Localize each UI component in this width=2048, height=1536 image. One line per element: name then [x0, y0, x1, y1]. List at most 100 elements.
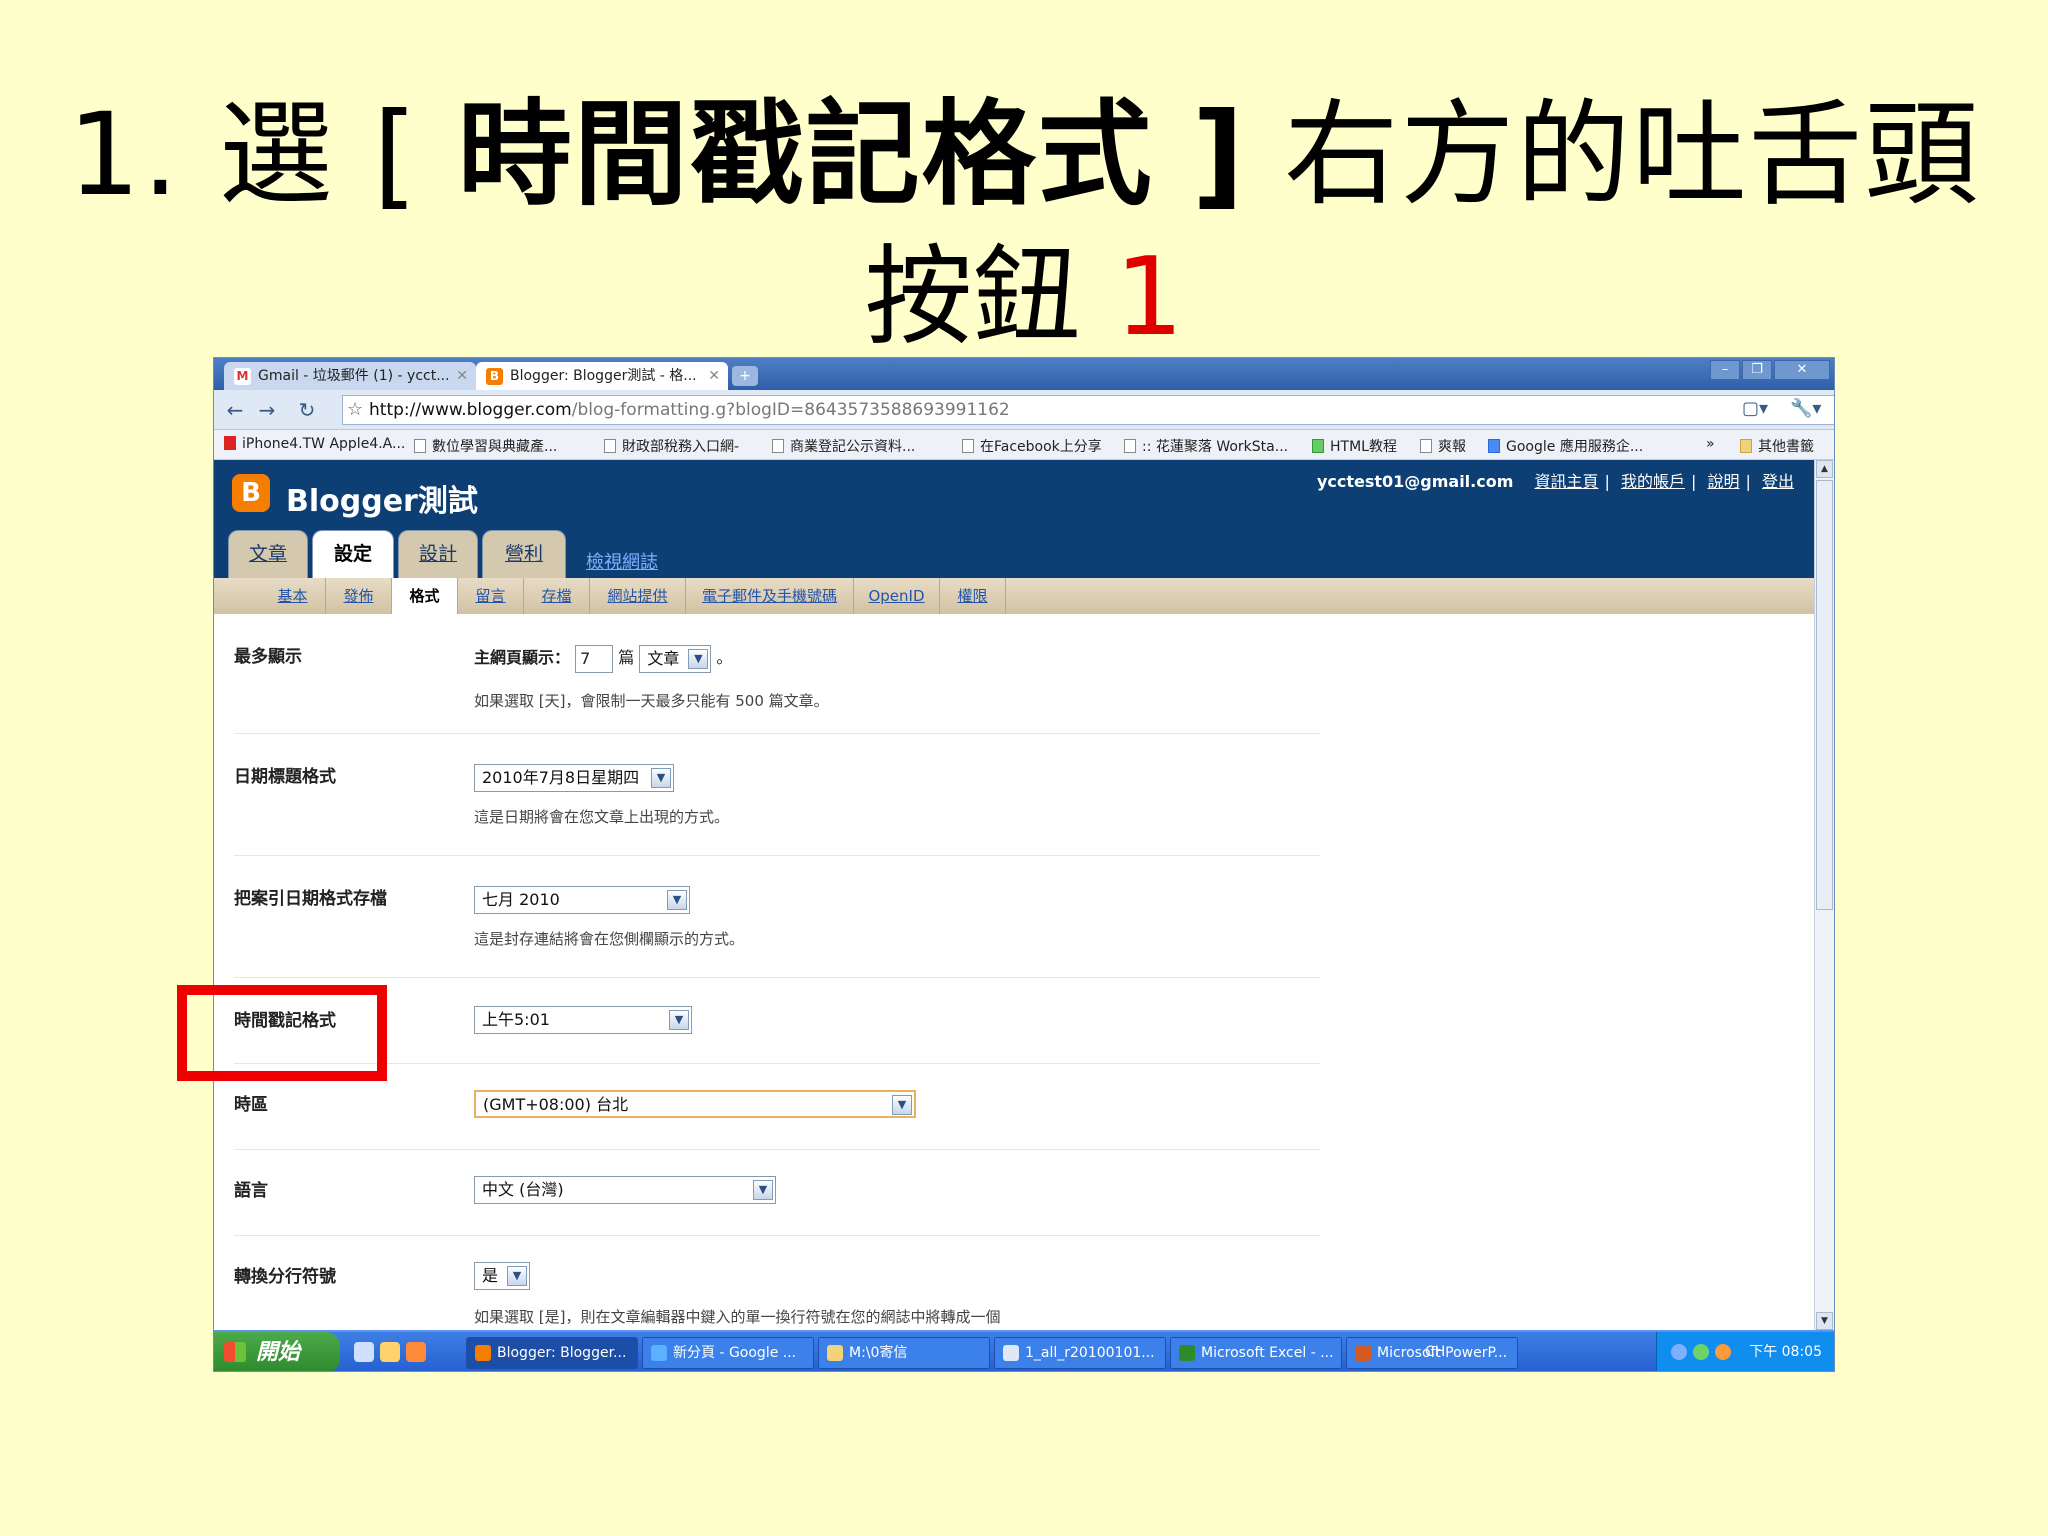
subtab-permissions[interactable]: 權限 [940, 578, 1006, 614]
taskbar-item[interactable]: Blogger: Blogger... [466, 1337, 638, 1369]
line-breaks-control: 是 ▼ [474, 1262, 530, 1290]
subtab-publish[interactable]: 發佈 [326, 578, 392, 614]
max-show-count-input[interactable]: 7 [575, 644, 614, 673]
chevron-down-icon[interactable]: ▼ [669, 1010, 689, 1030]
bookmark-item[interactable]: iPhone4.TW Apple4.A... [224, 436, 405, 452]
forward-icon[interactable]: → [254, 398, 280, 422]
account-link[interactable]: 我的帳戶 [1621, 472, 1685, 491]
language-select[interactable]: 中文 (台灣) ▼ [474, 1176, 776, 1204]
chevron-right-icon[interactable]: » [1706, 436, 1715, 452]
title-suffix: 右方的吐舌頭 [1284, 88, 1981, 221]
tab-design[interactable]: 設計 [398, 530, 478, 578]
tray-icon[interactable] [1671, 1344, 1687, 1360]
subtab-basic[interactable]: 基本 [260, 578, 326, 614]
tab-posts[interactable]: 文章 [228, 530, 308, 578]
subtab-formatting[interactable]: 格式 [392, 578, 458, 614]
window-close-icon[interactable]: ✕ [1774, 360, 1830, 380]
slide-title-line1: 1. 選 [ 時間戳記格式 ] 右方的吐舌頭 [0, 62, 2048, 227]
subtab-site-feed[interactable]: 網站提供 [590, 578, 686, 614]
restore-icon[interactable]: ❐ [1742, 360, 1772, 380]
taskbar-item[interactable]: 新分頁 - Google ... [642, 1337, 814, 1369]
subtab-openid[interactable]: OpenID [854, 578, 940, 614]
star-icon[interactable]: ☆ [347, 396, 363, 424]
bookmark-item[interactable]: 商業登記公示資料... [772, 436, 915, 456]
address-bar[interactable]: ☆ http://www.blogger.com/blog-formatting… [342, 395, 1834, 425]
max-show-unit-select[interactable]: 文章 ▼ [639, 644, 712, 673]
max-show-prefix: 主網頁顯示： [474, 648, 571, 667]
archive-date-select[interactable]: 七月 2010 ▼ [474, 886, 690, 914]
gmail-icon: M [234, 368, 251, 385]
title-bold: 時間戳記格式 [457, 88, 1154, 221]
reload-icon[interactable]: ↻ [294, 398, 320, 422]
tab-settings[interactable]: 設定 [312, 530, 394, 580]
setting-label: 把案引日期格式存檔 [234, 889, 387, 909]
bookmark-item[interactable]: :: 花蓮聚落 WorkSta... [1124, 436, 1288, 456]
page-menu-icon[interactable]: ▢▾ [1742, 398, 1768, 419]
chevron-down-icon: ▼ [892, 1095, 912, 1115]
blogger-logo-icon[interactable]: B [232, 474, 270, 512]
tab-gmail[interactable]: M Gmail - 垃圾郵件 (1) - ycct... ✕ [224, 362, 476, 390]
close-icon[interactable]: ✕ [708, 362, 720, 390]
quicklaunch-icon[interactable] [380, 1342, 400, 1362]
url-path: /blog-formatting.g?blogID=86435735886939… [571, 400, 1010, 420]
start-label: 開始 [256, 1340, 301, 1365]
minimize-icon[interactable]: – [1710, 360, 1740, 380]
taskbar-item[interactable]: M:\0寄信 [818, 1337, 990, 1369]
bookmark-folder[interactable]: 其他書籤 [1740, 436, 1814, 456]
scroll-thumb[interactable] [1816, 480, 1833, 910]
timestamp-select[interactable]: 上午5:01 ▼ [474, 1006, 692, 1034]
setting-row-archive-date: 把案引日期格式存檔 七月 2010 ▼ 這是封存連結將會在您側欄顯示的方式。 [234, 856, 1320, 978]
tray-icon[interactable] [1693, 1344, 1709, 1360]
setting-row-language: 語言 中文 (台灣) ▼ [234, 1150, 1320, 1236]
quicklaunch-icon[interactable] [354, 1342, 374, 1362]
chevron-down-icon: ▼ [688, 648, 709, 669]
signout-link[interactable]: 登出 [1762, 472, 1794, 491]
start-button[interactable]: 開始 [214, 1332, 340, 1371]
ime-indicator[interactable]: CH [1425, 1332, 1445, 1371]
setting-label: 轉換分行符號 [234, 1267, 336, 1287]
bookmark-item[interactable]: 財政部稅務入口網- [604, 436, 739, 456]
blogger-user-nav: ycctest01@gmail.com 資訊主頁 | 我的帳戶 | 說明 | 登出 [1316, 472, 1794, 491]
bookmark-item[interactable]: 在Facebook上分享 [962, 436, 1102, 456]
tab-monetize[interactable]: 營利 [482, 530, 566, 578]
line-breaks-select[interactable]: 是 ▼ [474, 1262, 530, 1290]
back-icon[interactable]: ← [222, 398, 248, 422]
timezone-select[interactable]: (GMT+08:00) 台北 ▼ [474, 1090, 916, 1118]
date-header-control: 2010年7月8日星期四 ▼ [474, 764, 674, 792]
chevron-down-icon: ▼ [667, 890, 687, 910]
taskbar-item[interactable]: 1_all_r20100101... [994, 1337, 1166, 1369]
subtab-comments[interactable]: 留言 [458, 578, 524, 614]
date-header-select[interactable]: 2010年7月8日星期四 ▼ [474, 764, 674, 792]
new-tab-icon[interactable]: + [732, 366, 758, 386]
view-blog-link[interactable]: 檢視網誌 [586, 548, 658, 574]
title-line2-number: 1 [1114, 235, 1184, 360]
tab-blogger[interactable]: B Blogger: Blogger測試 - 格... ✕ [476, 362, 728, 390]
help-link[interactable]: 說明 [1707, 472, 1739, 491]
wrench-icon[interactable]: 🔧▾ [1790, 398, 1821, 419]
bookmark-item[interactable]: Google 應用服務企... [1488, 436, 1643, 456]
scroll-down-icon[interactable]: ▼ [1816, 1312, 1833, 1330]
max-show-controls: 主網頁顯示： 7 篇 文章 ▼ 。 [474, 644, 732, 673]
page-scrollbar[interactable]: ▲ ▼ [1814, 460, 1834, 1330]
subtab-email-mobile[interactable]: 電子郵件及手機號碼 [686, 578, 854, 614]
setting-hint: 這是封存連結將會在您側欄顯示的方式。 [474, 930, 745, 948]
bookmark-item[interactable]: 爽報 [1420, 436, 1466, 456]
tray-icon[interactable] [1715, 1344, 1731, 1360]
dashboard-link[interactable]: 資訊主頁 [1534, 472, 1598, 491]
browser-screenshot: M Gmail - 垃圾郵件 (1) - ycct... ✕ B Blogger… [213, 357, 1835, 1372]
scroll-up-icon[interactable]: ▲ [1816, 460, 1833, 478]
setting-hint: 如果選取 [天]，會限制一天最多只能有 500 篇文章。 [474, 692, 829, 710]
tab-strip: M Gmail - 垃圾郵件 (1) - ycct... ✕ B Blogger… [214, 358, 1834, 390]
setting-hint: 這是日期將會在您文章上出現的方式。 [474, 808, 730, 826]
subtab-archiving[interactable]: 存檔 [524, 578, 590, 614]
taskbar-item[interactable]: Microsoft Excel - ... [1170, 1337, 1342, 1369]
setting-label: 最多顯示 [234, 647, 302, 667]
bookmark-item[interactable]: HTML教程 [1312, 436, 1397, 456]
archive-date-control: 七月 2010 ▼ [474, 886, 690, 914]
setting-row-timestamp: 時間戳記格式 上午5:01 ▼ [234, 978, 1320, 1064]
bookmark-item[interactable]: 數位學習與典藏產... [414, 436, 557, 456]
highlight-box [177, 985, 387, 1081]
quicklaunch-icon[interactable] [406, 1342, 426, 1362]
close-icon[interactable]: ✕ [456, 362, 468, 390]
title-line2-text: 按鈕 [864, 235, 1081, 360]
